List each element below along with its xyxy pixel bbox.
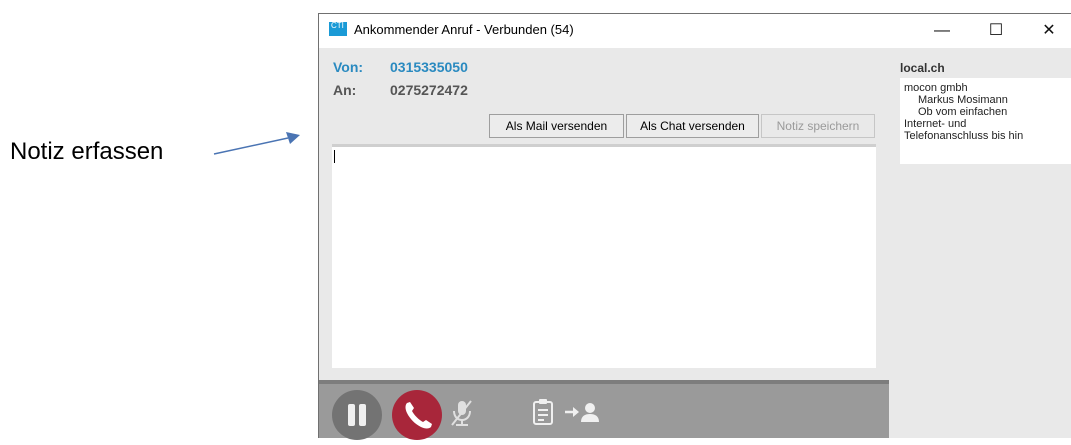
- maximize-button[interactable]: ☐: [973, 18, 1019, 44]
- window-title: Ankommender Anruf - Verbunden (54): [354, 22, 574, 37]
- close-button[interactable]: ✕: [1026, 18, 1071, 44]
- directory-line: Internet- und: [904, 118, 967, 130]
- send-as-chat-button[interactable]: Als Chat versenden: [626, 114, 759, 138]
- title-bar: CTI Ankommender Anruf - Verbunden (54) —…: [319, 14, 1071, 48]
- call-content: Von: 0315335050 An: 0275272472 Als Mail …: [319, 48, 1071, 440]
- text-caret: [334, 150, 335, 163]
- phone-icon: [405, 402, 432, 429]
- mute-icon[interactable]: [447, 398, 477, 428]
- send-as-mail-button[interactable]: Als Mail versenden: [489, 114, 624, 138]
- from-label: Von:: [333, 59, 364, 75]
- directory-line: Telefonanschluss bis hin: [904, 130, 1024, 142]
- transfer-icon[interactable]: [563, 400, 603, 426]
- to-label: An:: [333, 82, 357, 98]
- annotation-arrow: [213, 132, 300, 155]
- save-note-button[interactable]: Notiz speichern: [761, 114, 875, 138]
- directory-line: mocon gmbh: [904, 82, 968, 94]
- app-icon: CTI: [329, 22, 347, 36]
- directory-info: mocon gmbh Markus Mosimann Ob vom einfac…: [900, 78, 1071, 164]
- directory-line: Markus Mosimann: [918, 94, 1008, 106]
- to-number: 0275272472: [390, 82, 468, 98]
- call-toolbar: [319, 380, 889, 440]
- annotation-label: Notiz erfassen: [10, 138, 164, 165]
- notes-icon[interactable]: [531, 398, 555, 428]
- pause-button[interactable]: [332, 390, 382, 440]
- pause-icon: [359, 404, 366, 426]
- directory-title: local.ch: [900, 61, 945, 75]
- hangup-button[interactable]: [392, 390, 442, 440]
- note-textarea[interactable]: [332, 144, 876, 368]
- from-number: 0315335050: [390, 59, 468, 75]
- call-window: CTI Ankommender Anruf - Verbunden (54) —…: [318, 13, 1071, 440]
- pause-icon: [348, 404, 355, 426]
- directory-line: Ob vom einfachen: [918, 106, 1008, 118]
- minimize-button[interactable]: —: [919, 18, 965, 44]
